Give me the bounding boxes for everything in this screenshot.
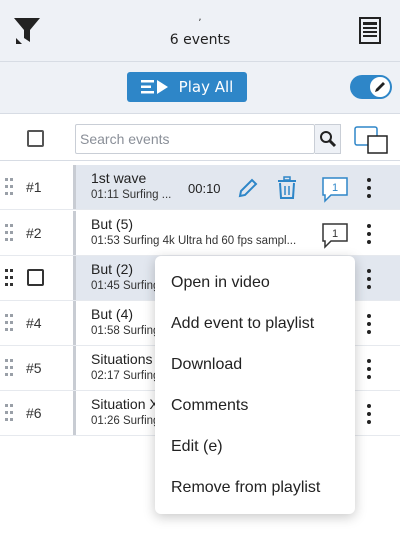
pencil-icon [238,178,258,198]
event-meta: 01:53 Surfing 4k Ultra hd 60 fps sampl..… [91,235,297,247]
comment-count-button[interactable]: 1 [321,175,349,203]
header: , 6 events [0,0,400,62]
event-content[interactable]: But (5) 01:53 Surfing 4k Ultra hd 60 fps… [73,211,400,255]
event-select-checkbox[interactable] [27,269,44,286]
more-options-button[interactable] [361,267,377,291]
drag-handle-icon[interactable] [5,359,13,377]
comment-count-button[interactable]: 1 [321,221,349,249]
event-index: #1 [26,179,42,195]
more-options-button[interactable] [361,402,377,426]
search-icon [319,131,336,148]
row-divider [0,209,400,210]
event-title: 1st wave [91,170,147,186]
comments-view-button[interactable] [353,125,389,155]
drag-handle-icon[interactable] [5,178,13,196]
search-input[interactable] [75,124,315,154]
search-button[interactable] [315,124,341,154]
select-all-checkbox[interactable] [27,130,44,147]
drag-handle-icon[interactable] [5,314,13,332]
edit-event-button[interactable] [236,176,260,200]
playlist-play-icon [140,80,168,94]
drag-handle-icon[interactable] [5,404,13,422]
event-context-menu: Open in video Add event to playlist Down… [155,256,355,514]
drag-handle-icon[interactable] [5,224,13,242]
menu-item-remove-from-playlist[interactable]: Remove from playlist [155,467,355,508]
toggle-knob [369,76,391,98]
menu-item-edit[interactable]: Edit (e) [155,426,355,467]
delete-event-button[interactable] [276,176,298,200]
event-count: 6 events [169,32,231,48]
event-title: But (5) [91,216,134,232]
more-options-button[interactable] [361,357,377,381]
playlist-toolbar: Play All [0,62,400,114]
menu-item-open-in-video[interactable]: Open in video [155,262,355,303]
menu-item-comments[interactable]: Comments [155,385,355,426]
comment-count: 1 [332,182,338,194]
trash-icon [278,176,296,199]
event-index: #5 [26,360,42,376]
comment-icon: 1 [322,223,348,249]
more-options-button[interactable] [361,312,377,336]
event-row[interactable]: #2 But (5) 01:53 Surfing 4k Ultra hd 60 … [0,211,400,256]
comment-icon: 1 [322,177,348,203]
more-options-button[interactable] [361,176,377,200]
event-index: #4 [26,315,42,331]
event-index: #6 [26,405,42,421]
event-title: But (4) [91,306,134,322]
more-options-button[interactable] [361,222,377,246]
list-view-button[interactable] [356,16,384,46]
header-subtitle: , [198,12,202,23]
drag-handle-icon[interactable] [5,269,13,287]
pencil-icon [375,82,385,92]
menu-item-download[interactable]: Download [155,344,355,385]
comment-count: 1 [332,228,338,240]
menu-item-add-to-playlist[interactable]: Add event to playlist [155,303,355,344]
edit-mode-toggle[interactable] [350,75,392,99]
search-row [0,115,400,161]
event-duration: 00:10 [188,181,221,196]
event-row[interactable]: #1 1st wave 01:11 Surfing ... 00:10 1 [0,165,400,210]
comments-icon [354,126,388,154]
list-view-icon [359,17,381,44]
play-all-label: Play All [178,78,234,96]
event-content[interactable]: 1st wave 01:11 Surfing ... 00:10 1 [73,165,400,209]
event-meta: 01:11 Surfing ... [91,189,172,201]
event-title: But (2) [91,261,134,277]
event-index: #2 [26,225,42,241]
play-all-button[interactable]: Play All [127,72,247,102]
